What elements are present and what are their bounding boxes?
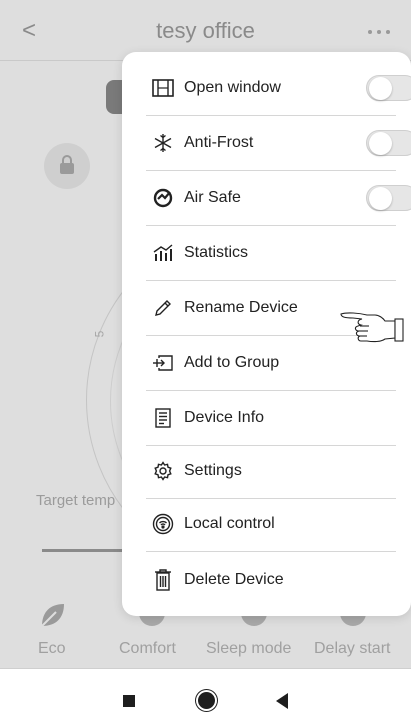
gear-icon (150, 443, 176, 498)
mode-eco[interactable]: Eco (38, 640, 66, 658)
toggle-knob (369, 132, 392, 155)
menu-item-label: Anti-Frost (184, 134, 254, 151)
menu-item-air-safe[interactable]: Air Safe (146, 170, 411, 225)
menu-item-settings[interactable]: Settings (146, 443, 396, 498)
system-nav-bar (0, 668, 411, 718)
mode-sleep[interactable]: Sleep mode (206, 640, 291, 658)
menu-item-local-control[interactable]: Local control (146, 496, 396, 551)
menu-item-delete-device[interactable]: Delete Device (146, 552, 396, 607)
statistics-icon (150, 225, 176, 280)
lock-icon (60, 155, 74, 174)
back-triangle-icon[interactable] (276, 693, 288, 709)
eco-leaf-icon (41, 604, 64, 627)
pointing-hand-icon (340, 312, 404, 343)
menu-item-open-window[interactable]: Open window (146, 60, 411, 115)
snowflake-icon (150, 115, 176, 170)
menu-item-label: Device Info (184, 409, 265, 426)
air-safe-toggle[interactable] (366, 185, 411, 211)
screen: < tesy office 5 Target temp Eco Comfort … (0, 0, 411, 718)
recents-square-icon[interactable] (123, 695, 135, 707)
top-bar: < tesy office (0, 0, 411, 60)
toggle-knob (369, 77, 392, 100)
menu-item-anti-frost[interactable]: Anti-Frost (146, 115, 411, 170)
dial-tick-label: 5 (92, 330, 107, 338)
menu-item-label: Open window (184, 79, 281, 96)
window-icon (150, 60, 176, 115)
mode-delay-start[interactable]: Delay start (314, 640, 390, 658)
air-safe-icon (150, 170, 176, 225)
mode-comfort[interactable]: Comfort (119, 640, 176, 658)
open-window-toggle[interactable] (366, 75, 411, 101)
toggle-knob (369, 187, 392, 210)
menu-item-statistics[interactable]: Statistics (146, 225, 396, 280)
page-title: tesy office (156, 18, 255, 43)
menu-item-label: Delete Device (184, 571, 284, 588)
menu-item-label: Add to Group (184, 354, 280, 371)
menu-item-device-info[interactable]: Device Info (146, 390, 396, 445)
device-info-icon (150, 390, 176, 445)
trash-icon (150, 552, 176, 607)
add-to-group-icon (150, 335, 176, 390)
mode-bar: Eco Comfort Sleep mode Delay start (0, 640, 411, 660)
home-circle-icon[interactable] (198, 692, 215, 709)
menu-item-label: Settings (184, 462, 242, 479)
menu-item-label: Statistics (184, 244, 249, 261)
target-temp-label: Target temp (36, 492, 116, 509)
lock-button[interactable] (44, 143, 90, 189)
anti-frost-toggle[interactable] (366, 130, 411, 156)
local-control-icon (150, 496, 176, 551)
pencil-icon (150, 280, 176, 335)
menu-item-label: Air Safe (184, 189, 241, 206)
target-temp-slider[interactable] (42, 549, 132, 552)
menu-item-label: Rename Device (184, 299, 298, 316)
more-dots-icon[interactable] (362, 20, 396, 44)
menu-item-label: Local control (184, 515, 275, 532)
